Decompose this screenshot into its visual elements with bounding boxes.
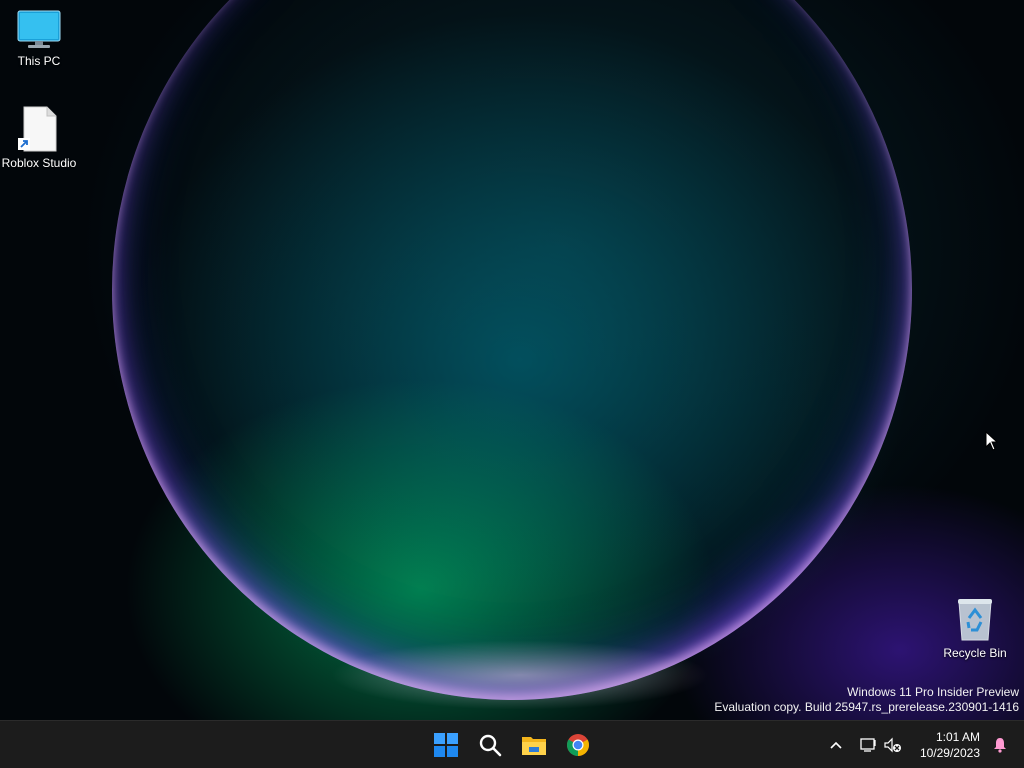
blank-file-shortcut-icon — [18, 106, 57, 152]
search-icon — [479, 734, 502, 757]
bell-icon — [994, 738, 1006, 753]
network-volume-button[interactable] — [856, 725, 906, 765]
monitor-icon — [17, 10, 61, 48]
search-button[interactable] — [470, 725, 510, 765]
chrome-button[interactable] — [558, 725, 598, 765]
file-explorer-button[interactable] — [514, 725, 554, 765]
clock-time: 1:01 AM — [935, 730, 980, 744]
evaluation-watermark: Windows 11 Pro Insider Preview Evaluatio… — [714, 685, 1019, 715]
wallpaper-glow — [330, 640, 710, 710]
chrome-icon — [567, 734, 589, 756]
recycle-bin-icon — [958, 599, 992, 641]
desktop-icon-label: Recycle Bin — [943, 646, 1007, 660]
system-clock[interactable]: 1:01 AM 10/29/2023 — [920, 729, 980, 761]
watermark-line-build: Evaluation copy. Build 25947.rs_prerelea… — [714, 700, 1019, 714]
chevron-up-icon — [830, 741, 842, 749]
wallpaper-orb — [112, 0, 912, 700]
windows-start-icon — [434, 733, 458, 757]
taskbar: 1:01 AM 10/29/2023 — [0, 720, 1024, 768]
desktop-icon-this-pc[interactable]: This PC — [0, 10, 78, 68]
desktop-icon-label: This PC — [17, 54, 61, 68]
desktop-icon-label: Roblox Studio — [1, 156, 77, 170]
desktop-wallpaper: This PC Roblox Studio Recycle Bin Window… — [0, 0, 1024, 720]
desktop-icon-roblox-studio[interactable]: Roblox Studio — [0, 106, 78, 170]
network-icon — [860, 738, 876, 752]
mouse-pointer-icon — [985, 431, 999, 451]
desktop-icon-recycle-bin[interactable]: Recycle Bin — [936, 596, 1014, 660]
watermark-line-edition: Windows 11 Pro Insider Preview — [847, 685, 1019, 699]
clock-date: 10/29/2023 — [919, 746, 980, 760]
show-hidden-icons-button[interactable] — [818, 725, 854, 765]
start-button[interactable] — [426, 725, 466, 765]
notifications-button[interactable] — [984, 725, 1016, 765]
volume-muted-icon — [884, 737, 901, 753]
file-explorer-icon — [522, 737, 546, 755]
